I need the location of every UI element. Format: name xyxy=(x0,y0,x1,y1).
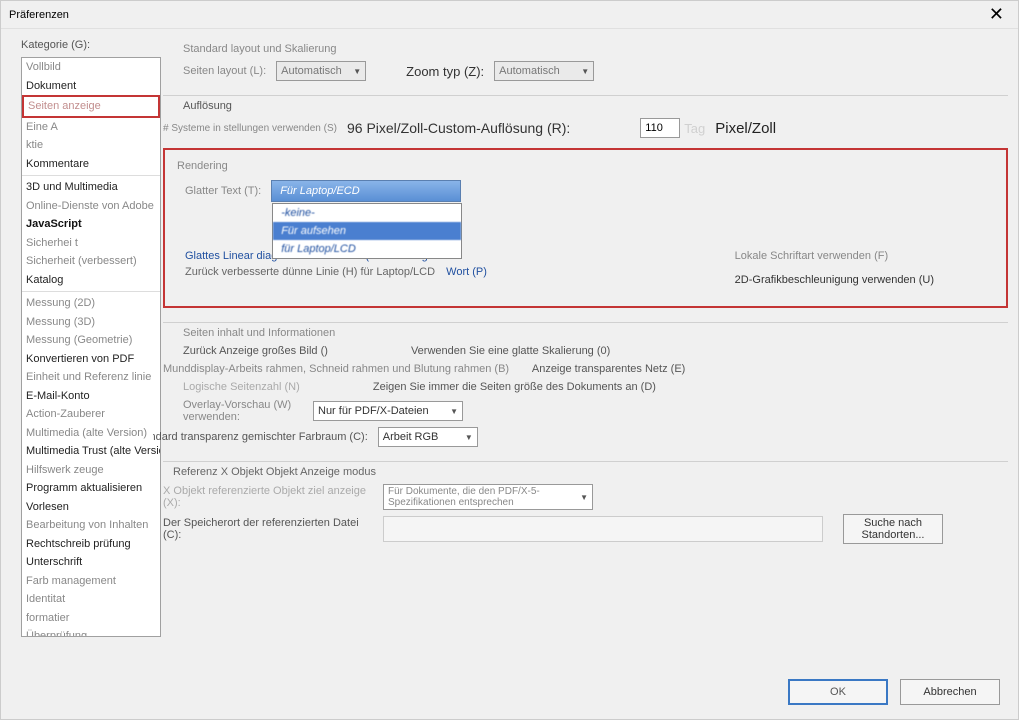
refx-location-label: Der Speicherort der referenzierten Datei… xyxy=(163,517,373,541)
close-icon[interactable]: ✕ xyxy=(983,4,1010,25)
refx-location-input[interactable] xyxy=(383,516,823,542)
category-item[interactable]: Katalog xyxy=(22,271,160,290)
category-item[interactable]: Vollbild xyxy=(22,58,160,77)
category-item[interactable]: Unterschrift xyxy=(22,553,160,572)
page-layout-label: Seiten layout (L): xyxy=(183,65,266,77)
category-item[interactable]: ktie xyxy=(22,136,160,155)
combo-option[interactable]: für Laptop/LCD xyxy=(273,240,461,258)
category-item[interactable]: Identitat xyxy=(22,590,160,609)
category-item[interactable]: Dokument xyxy=(22,77,160,96)
transparency-grid-label: Anzeige transparentes Netz (E) xyxy=(532,363,685,375)
category-item[interactable]: E-Mail-Konto xyxy=(22,387,160,406)
overlay-preview-dropdown[interactable]: Nur für PDF/X-Dateien▼ xyxy=(313,401,463,421)
category-item[interactable]: Seiten anzeige xyxy=(22,95,160,118)
page-content-group-title: Seiten inhalt und Informationen xyxy=(183,327,1008,339)
cancel-button[interactable]: Abbrechen xyxy=(900,679,1000,705)
category-item[interactable]: Bearbeitung von Inhalten xyxy=(22,516,160,535)
zoom-label: Zoom typ (Z): xyxy=(406,64,484,79)
transparency-blend-label: Standard transparenz gemischter Farbraum… xyxy=(153,431,368,443)
combo-option[interactable]: -keine- xyxy=(273,204,461,222)
combo-option[interactable]: Für aufsehen xyxy=(273,222,461,240)
category-item[interactable]: 3D und Multimedia xyxy=(22,178,160,197)
category-item[interactable]: Messung (Geometrie) xyxy=(22,331,160,350)
dialog-footer: OK Abbrechen xyxy=(788,679,1000,705)
main-panel: Standard layout und Skalierung Seiten la… xyxy=(153,29,1018,679)
category-item[interactable]: Vorlesen xyxy=(22,498,160,517)
logical-page-label: Logische Seitenzahl (N) xyxy=(183,381,300,393)
mouth-frames-label: Munddisplay-Arbeits rahmen, Schneid rahm… xyxy=(163,363,509,375)
category-label: Kategorie (G): xyxy=(21,39,153,51)
chevron-down-icon: ▼ xyxy=(353,67,361,76)
category-item[interactable]: Rechtschreib prüfung xyxy=(22,535,160,554)
chevron-down-icon: ▼ xyxy=(581,67,589,76)
smooth-zoom-label: Verwenden Sie eine glatte Skalierung (0) xyxy=(411,345,610,357)
category-item[interactable]: Messung (2D) xyxy=(22,294,160,313)
smooth-text-dropdown[interactable]: Für Laptop/ECD -keine- Für aufsehen für … xyxy=(271,180,461,202)
chevron-down-icon: ▼ xyxy=(450,407,458,416)
chevron-down-icon: ▼ xyxy=(465,433,473,442)
refx-group-title: Referenz X Objekt Objekt Anzeige modus xyxy=(173,466,1008,478)
category-item[interactable] xyxy=(22,291,160,292)
custom-res-label: 96 Pixel/Zoll-Custom-Auflösung (R): xyxy=(347,120,570,136)
category-item[interactable]: Sicherhei t xyxy=(22,234,160,253)
chevron-down-icon: ▼ xyxy=(580,493,588,502)
resolution-unit: Pixel/Zoll xyxy=(715,120,776,137)
category-item[interactable]: Hilfswerk zeuge xyxy=(22,461,160,480)
smooth-text-label: Glatter Text (T): xyxy=(185,185,261,197)
transparency-blend-dropdown[interactable]: Arbeit RGB▼ xyxy=(378,427,478,447)
use-system-res-label: # Systeme in stellungen verwenden (S) xyxy=(163,123,337,134)
always-show-size-label: Zeigen Sie immer die Seiten größe des Do… xyxy=(373,381,656,393)
rendering-group-title: Rendering xyxy=(177,160,994,172)
category-item[interactable] xyxy=(22,175,160,176)
refx-target-label: X Objekt referenzierte Objekt ziel anzei… xyxy=(163,485,373,509)
category-item[interactable]: Eine A xyxy=(22,118,160,137)
category-item[interactable]: Farb management xyxy=(22,572,160,591)
ok-button[interactable]: OK xyxy=(788,679,888,705)
category-item[interactable]: Action-Zauberer xyxy=(22,405,160,424)
resolution-input[interactable] xyxy=(640,118,680,138)
use-2d-label: 2D-Grafikbeschleunigung verwenden (U) xyxy=(735,274,934,286)
large-images-label: Zurück Anzeige großes Bild () xyxy=(183,345,328,357)
preferences-dialog: Präferenzen ✕ Kategorie (G): VollbildDok… xyxy=(0,0,1019,720)
browse-button[interactable]: Suche nach Standorten... xyxy=(843,514,943,544)
category-item[interactable]: Multimedia (alte Version) xyxy=(22,424,160,443)
overlay-preview-label: Overlay-Vorschau (W) verwenden: xyxy=(183,399,303,423)
category-item[interactable]: Messung (3D) xyxy=(22,313,160,332)
category-list[interactable]: VollbildDokumentSeiten anzeigeEine Aktie… xyxy=(21,57,161,637)
dialog-title: Präferenzen xyxy=(9,9,69,21)
category-item[interactable]: Überprüfung xyxy=(22,627,160,637)
category-item[interactable]: Konvertieren von PDF xyxy=(22,350,160,369)
smooth-text-dropdown-list[interactable]: -keine- Für aufsehen für Laptop/LCD xyxy=(272,203,462,259)
zoom-dropdown[interactable]: Automatisch▼ xyxy=(494,61,594,81)
category-item[interactable]: Einheit und Referenz linie xyxy=(22,368,160,387)
category-item[interactable]: formatier xyxy=(22,609,160,628)
titlebar: Präferenzen ✕ xyxy=(1,1,1018,29)
category-item[interactable]: Online-Dienste von Adobe xyxy=(22,197,160,216)
tag-label: Tag xyxy=(684,121,705,136)
enhance-thin-lines-label: Zurück verbesserte dünne Linie (H) für L… xyxy=(185,266,435,278)
page-layout-dropdown[interactable]: Automatisch▼ xyxy=(276,61,366,81)
sidebar: Kategorie (G): VollbildDokumentSeiten an… xyxy=(1,29,153,679)
category-item[interactable]: Multimedia Trust (alte Version) xyxy=(22,442,160,461)
category-item[interactable]: JavaScript xyxy=(22,215,160,234)
word-p-label: Wort (P) xyxy=(446,266,487,278)
category-item[interactable]: Kommentare xyxy=(22,155,160,174)
resolution-group-title: Auflösung xyxy=(183,100,1008,112)
refx-target-dropdown[interactable]: Für Dokumente, die den PDF/X-5-Spezifika… xyxy=(383,484,593,510)
category-item[interactable]: Sicherheit (verbessert) xyxy=(22,252,160,271)
local-fonts-label: Lokale Schriftart verwenden (F) xyxy=(735,250,934,262)
category-item[interactable]: Programm aktualisieren xyxy=(22,479,160,498)
layout-group-title: Standard layout und Skalierung xyxy=(183,43,1008,55)
rendering-group: Rendering Glatter Text (T): Für Laptop/E… xyxy=(163,148,1008,308)
